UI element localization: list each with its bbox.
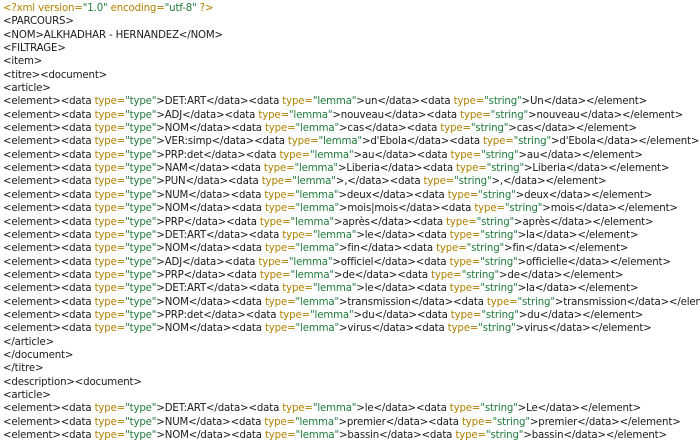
xml-line-nom: <NOM>ALKHADHAR - HERNANDEZ</NOM> [3,29,223,41]
xml-element-line: <element><data type="type">NUM</data><da… [3,416,681,428]
xml-element-line: <element><data type="type">NOM</data><da… [3,243,629,255]
xml-element-line: <element><data type="type">NUM</data><da… [3,189,653,201]
xml-element-line: <element><data type="type">ADJ</data><da… [3,256,671,268]
xml-element-line: <element><data type="type">DET:ART</data… [3,403,642,415]
xml-element-line: <element><data type="type">PRP</data><da… [3,216,654,228]
xml-line-article-open-2: <article> [3,389,51,401]
xml-element-line: <element><data type="type">PUN</data><da… [3,176,607,188]
xml-element-line: <element><data type="type">NOM</data><da… [3,123,637,135]
xml-line-filtrage: <FILTRAGE> [3,43,66,55]
xml-line-article-open: <article> [3,83,51,95]
xml-editor[interactable]: <?xml version="1.0" encoding="utf-8" ?> … [0,0,700,447]
xml-line-titre-close: </titre> [3,363,44,375]
xml-line-parcours: <PARCOURS> [3,16,74,28]
xml-element-line: <element><data type="type">NOM</data><da… [3,296,700,308]
xml-line-item: <item> [3,56,43,68]
xml-line-description-document: <description><document> [3,376,142,388]
xml-line-document-close: </document> [3,349,74,361]
xml-element-line: <element><data type="type">DET:ART</data… [3,96,647,108]
xml-element-line: <element><data type="type">NAM</data><da… [3,163,670,175]
element-rows-description: <element><data type="type">DET:ART</data… [0,402,700,442]
xml-element-line: <element><data type="type">PRP:det</data… [3,149,643,161]
xml-declaration: <?xml version="1.0" encoding="utf-8" ?> [3,3,214,14]
element-rows-title: <element><data type="type">DET:ART</data… [0,95,700,335]
xml-element-line: <element><data type="type">PRP</data><da… [3,269,624,281]
xml-line-titre-document: <titre><document> [3,69,108,81]
xml-element-line: <element><data type="type">NOM</data><da… [3,323,652,335]
xml-element-line: <element><data type="type">VER:simp</dat… [3,136,700,148]
xml-element-line: <element><data type="type">NOM</data><da… [3,430,667,441]
xml-element-line: <element><data type="type">PRP:det</data… [3,309,644,321]
xml-element-line: <element><data type="type">DET:ART</data… [3,229,639,241]
xml-line-article-close: </article> [3,336,54,348]
xml-element-line: <element><data type="type">NOM</data><da… [3,203,678,215]
xml-element-line: <element><data type="type">DET:ART</data… [3,283,639,295]
xml-element-line: <element><data type="type">ADJ</data><da… [3,109,683,121]
